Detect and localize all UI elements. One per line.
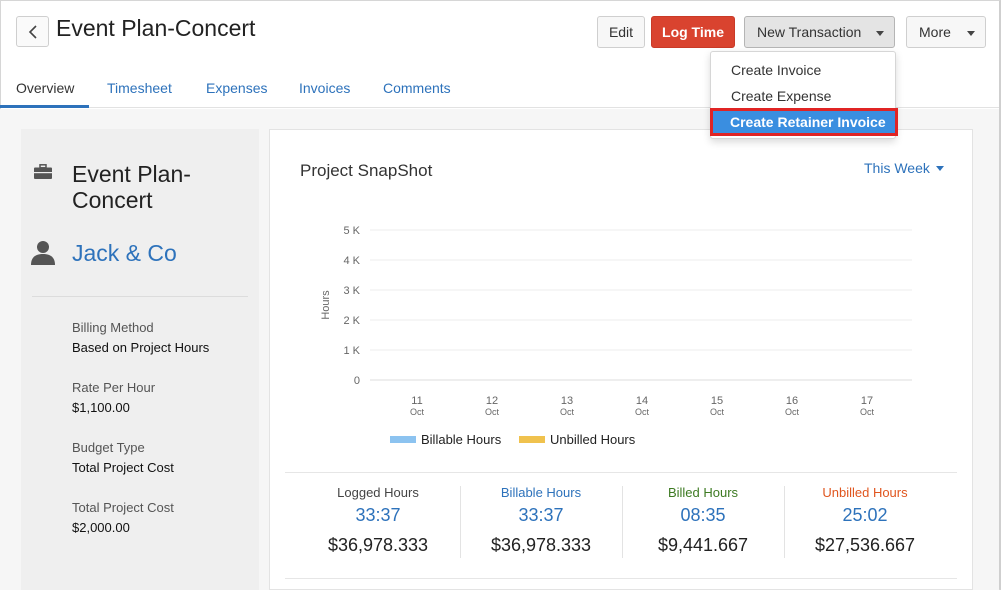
caret-down-icon (876, 31, 884, 36)
tab-invoices[interactable]: Invoices (299, 80, 350, 96)
legend-item-unbilled: Unbilled Hours (519, 432, 635, 447)
budget-type-value: Total Project Cost (72, 460, 174, 475)
project-snapshot-panel: Project SnapShot This Week 0 1 K 2 K 3 K 4 K… (269, 129, 973, 590)
y-tick-label: 4 K (343, 255, 360, 267)
legend-swatch-billable (390, 436, 416, 443)
caret-down-icon (935, 165, 944, 171)
x-tick-label: 16 (786, 395, 798, 407)
snapshot-title: Project SnapShot (300, 161, 433, 180)
menu-item-create-invoice[interactable]: Create Invoice (711, 57, 895, 82)
x-tick-label: 17 (861, 395, 873, 407)
budget-type-label: Budget Type (72, 440, 145, 455)
rate-per-hour-label: Rate Per Hour (72, 380, 156, 395)
tab-comments[interactable]: Comments (383, 80, 451, 96)
project-name: Event Plan-Concert (72, 161, 191, 213)
caret-down-icon (967, 31, 975, 36)
stat-amount: $27,536.667 (814, 535, 916, 555)
stat-amount: $9,441.667 (657, 535, 749, 555)
x-tick-sublabel: Oct (785, 407, 800, 417)
back-button[interactable] (16, 16, 49, 47)
billing-method-label: Billing Method (72, 320, 154, 335)
x-tick-sublabel: Oct (485, 407, 500, 417)
stat-amount: $36,978.333 (490, 535, 592, 555)
log-time-button[interactable]: Log Time (651, 16, 735, 48)
x-tick-sublabel: Oct (635, 407, 650, 417)
stat-label: Billed Hours (667, 485, 739, 500)
briefcase-icon (34, 164, 52, 179)
x-tick-sublabel: Oct (410, 407, 425, 417)
x-tick-sublabel: Oct (560, 407, 575, 417)
stat-label: Unbilled Hours (822, 485, 908, 500)
total-project-cost-value: $2,000.00 (72, 520, 130, 535)
stat-billed-hours: Billed Hours 08:35 $9,441.667 (623, 485, 783, 556)
stats-divider-top (285, 472, 957, 473)
client-name-link[interactable]: Jack & Co (72, 240, 177, 267)
more-button[interactable]: More (906, 16, 986, 48)
stat-label: Billable Hours (500, 485, 582, 500)
stats-divider-bottom (285, 578, 957, 579)
x-tick-label: 11 (411, 395, 422, 407)
tab-expenses[interactable]: Expenses (206, 80, 267, 96)
x-tick-label: 12 (486, 395, 498, 407)
x-tick-label: 15 (711, 395, 723, 407)
stat-hours: 33:37 (355, 505, 401, 525)
x-tick-label: 14 (636, 395, 648, 407)
stat-hours: 33:37 (518, 505, 564, 525)
stat-hours: 08:35 (680, 505, 726, 525)
legend-swatch-unbilled (519, 436, 545, 443)
stat-hours: 25:02 (842, 505, 888, 525)
stat-amount: $36,978.333 (327, 535, 429, 555)
total-project-cost-label: Total Project Cost (72, 500, 174, 515)
edit-button[interactable]: Edit (597, 16, 645, 48)
user-icon (31, 241, 55, 265)
stat-billable-hours: Billable Hours 33:37 $36,978.333 (461, 485, 621, 556)
y-tick-label: 5 K (343, 225, 360, 237)
more-label: More (919, 24, 951, 40)
menu-item-create-retainer-invoice[interactable]: Create Retainer Invoice (710, 108, 898, 136)
y-tick-label: 1 K (343, 345, 360, 357)
active-tab-indicator (0, 105, 89, 108)
stat-unbilled-hours: Unbilled Hours 25:02 $27,536.667 (785, 485, 945, 556)
legend-item-billable: Billable Hours (390, 432, 501, 447)
stat-label: Logged Hours (337, 485, 419, 500)
stat-logged-hours: Logged Hours 33:37 $36,978.333 (298, 485, 458, 556)
new-transaction-label: New Transaction (757, 24, 862, 40)
chevron-left-icon (28, 24, 37, 39)
billing-method-value: Based on Project Hours (72, 340, 210, 355)
legend-label-billable: Billable Hours (421, 432, 502, 447)
x-tick-label: 13 (561, 395, 573, 407)
period-label: This Week (864, 160, 930, 176)
period-selector[interactable]: This Week (864, 160, 944, 176)
legend-label-unbilled: Unbilled Hours (550, 432, 636, 447)
tab-timesheet[interactable]: Timesheet (107, 80, 172, 96)
rate-per-hour-value: $1,100.00 (72, 400, 130, 415)
y-tick-label: 0 (354, 375, 360, 387)
y-tick-label: 3 K (343, 285, 360, 297)
divider (32, 296, 248, 297)
new-transaction-menu: Create Invoice Create Expense Create Ret… (710, 51, 898, 139)
y-tick-label: 2 K (343, 315, 360, 327)
page-title: Event Plan-Concert (56, 15, 256, 41)
hours-chart: 01 K2 K3 K4 K5 KHours11Oct12Oct13Oct14Oc… (320, 225, 912, 417)
new-transaction-button[interactable]: New Transaction (744, 16, 895, 48)
project-details-panel: Event Plan-Concert Jack & Co Billing Met… (21, 129, 259, 590)
x-tick-sublabel: Oct (710, 407, 725, 417)
y-axis-label: Hours (320, 290, 332, 320)
x-tick-sublabel: Oct (860, 407, 875, 417)
menu-item-create-expense[interactable]: Create Expense (711, 83, 895, 108)
tab-overview[interactable]: Overview (16, 80, 74, 96)
